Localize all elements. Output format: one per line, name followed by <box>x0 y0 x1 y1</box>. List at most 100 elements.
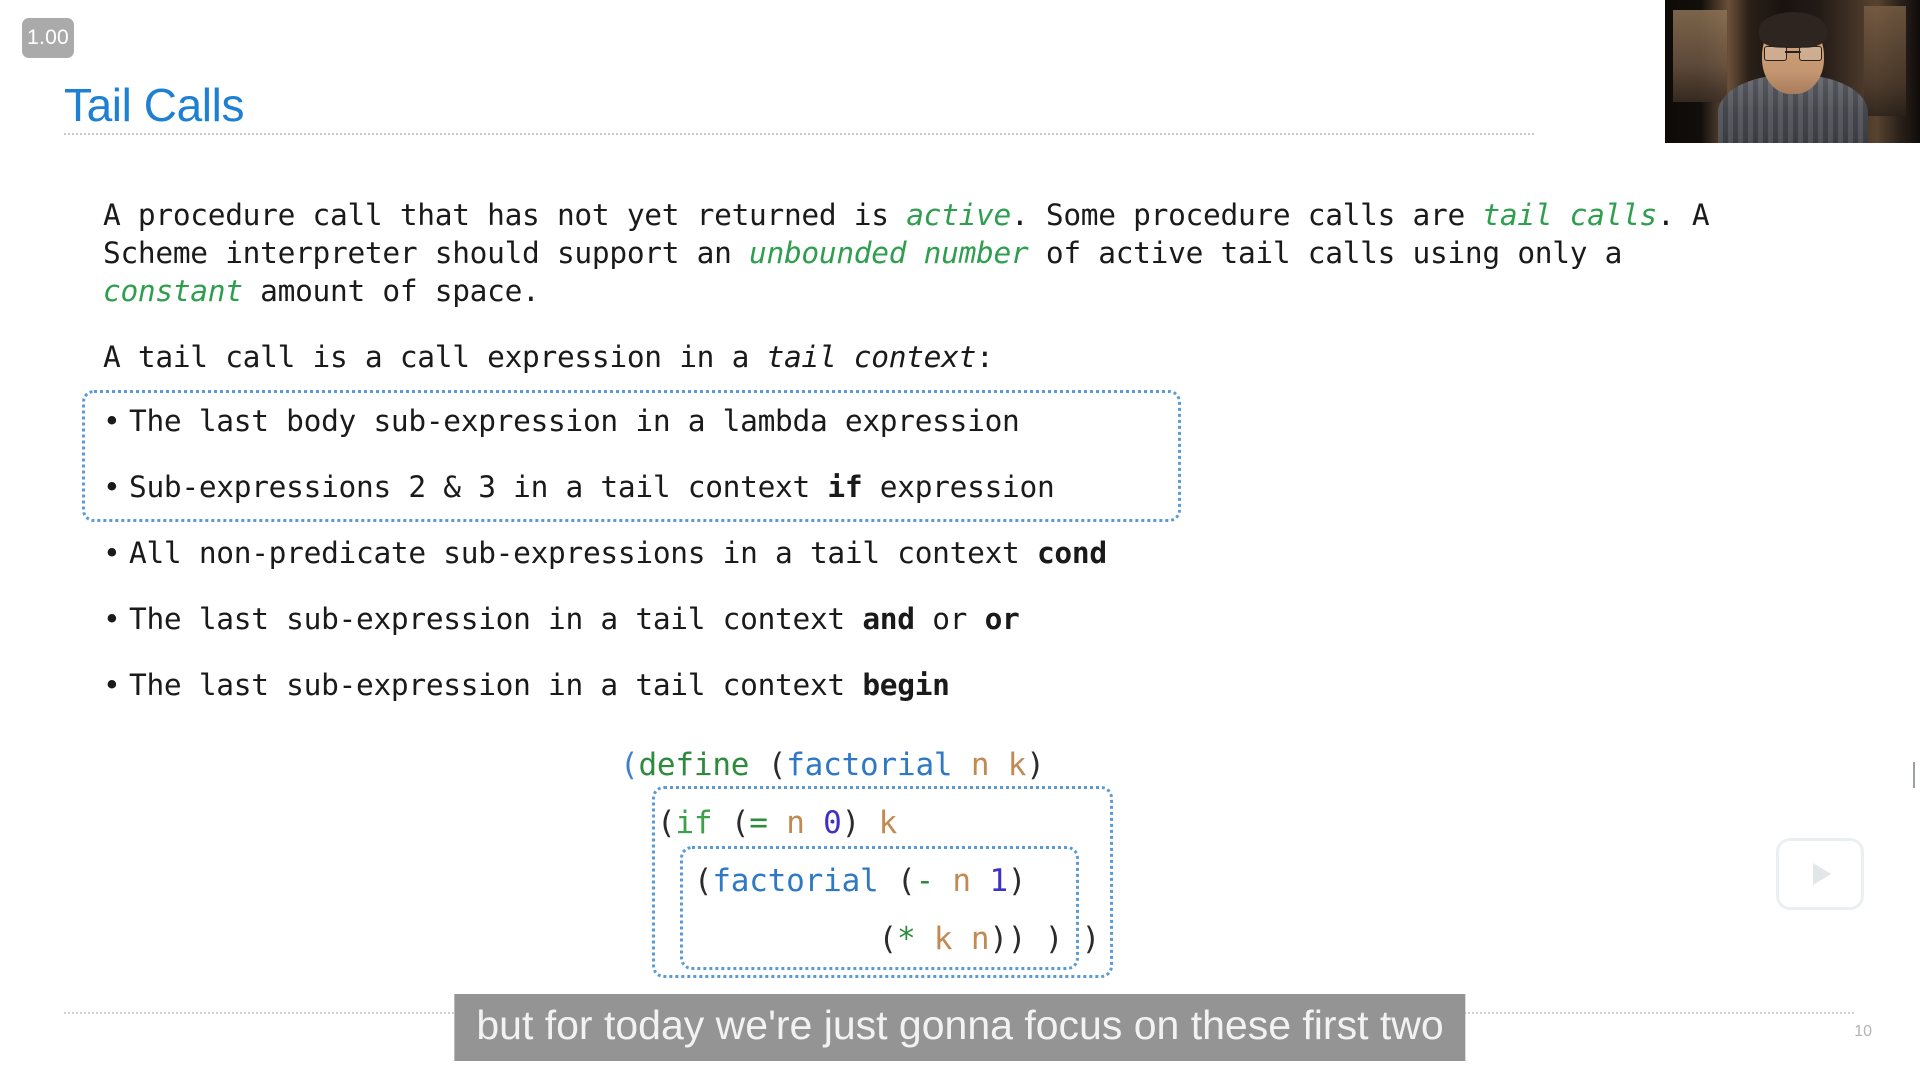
code-1-run-3 <box>712 805 730 841</box>
paragraph-tail-call: A tail call is a call expression in a ta… <box>103 338 1723 376</box>
code-0-run-0: ( <box>620 747 639 783</box>
para2-run-2: : <box>976 340 994 374</box>
code-line: (if (= n 0) k <box>620 794 1100 852</box>
para1-run-3: tail calls <box>1482 198 1657 232</box>
code-2-run-3 <box>879 863 897 899</box>
bullet-item: • Sub-expressions 2 & 3 in a tail context… <box>103 468 1055 506</box>
bullet-item: • The last sub-expression in a tail conte… <box>103 600 1020 638</box>
bullet-2-run-0: All non-predicate sub-expressions in a t… <box>129 536 1037 570</box>
bullet-1-run-2: expression <box>862 470 1055 504</box>
code-2-run-5: - <box>915 863 934 899</box>
bullet-marker: • <box>103 536 121 570</box>
code-2-run-6 <box>934 863 952 899</box>
code-3-run-6: n <box>970 921 990 957</box>
para1-run-6: of active tail calls using only a <box>1028 236 1640 270</box>
bullet-item: • The last sub-expression in a tail conte… <box>103 666 950 704</box>
bullet-marker: • <box>103 404 121 438</box>
code-0-run-9: ) <box>1026 747 1045 783</box>
bullet-3-run-2: or <box>914 602 985 636</box>
slide-canvas: Tail Calls A procedure call that has not… <box>0 0 1920 1080</box>
slide-page-number: 10 <box>1854 1023 1872 1040</box>
code-1-run-11 <box>860 805 878 841</box>
title-divider <box>64 133 1534 135</box>
code-line: (define (factorial n k) <box>620 736 1100 794</box>
code-3-run-2: * <box>896 921 916 957</box>
code-2-run-1: ( <box>693 863 713 899</box>
bullet-item: • The last body sub-expression in a lambd… <box>103 402 1020 440</box>
code-0-run-5 <box>952 747 970 783</box>
code-0-run-3: ( <box>767 747 787 783</box>
playback-speed-badge[interactable]: 1.00 <box>22 18 74 58</box>
code-1-run-10: ) <box>841 805 861 841</box>
code-2-run-7: n <box>952 863 971 899</box>
code-2-run-2: factorial <box>712 863 879 899</box>
para1-run-8: amount of space. <box>242 274 540 308</box>
bullet-2-run-1: cond <box>1036 536 1107 570</box>
code-2-run-4: ( <box>896 863 916 899</box>
code-0-run-1: define <box>638 747 750 783</box>
webcam-window-left <box>1673 10 1727 102</box>
code-2-run-10: ) <box>1007 863 1027 899</box>
bullet-1-run-0: Sub-expressions 2 & 3 in a tail context <box>129 470 828 504</box>
code-3-run-11: ) <box>1081 921 1101 957</box>
code-1-run-5: = <box>749 805 768 841</box>
code-0-run-6: n <box>970 747 990 783</box>
code-0-run-4: factorial <box>786 747 953 783</box>
page-title: Tail Calls <box>64 79 245 131</box>
play-button[interactable] <box>1776 838 1864 910</box>
code-1-run-0 <box>620 805 657 841</box>
code-3-run-8 <box>1026 921 1044 957</box>
webcam-person-hair <box>1758 12 1827 48</box>
code-1-run-8 <box>805 805 823 841</box>
para2-run-0: A tail call is a call expression in a <box>103 340 767 374</box>
bullet-0-run-0: The last body sub-expression in a lambda… <box>129 404 1020 438</box>
caption-text: but for today we're just gonna focus on … <box>454 994 1466 1061</box>
bullet-marker: • <box>103 668 121 702</box>
code-2-run-0 <box>620 863 694 899</box>
para1-run-1: active <box>906 198 1011 232</box>
code-line: (* k n)) ) ) <box>620 910 1101 968</box>
code-line: (factorial (- n 1) <box>620 852 1100 910</box>
bullet-marker: • <box>103 470 121 504</box>
code-3-run-7: )) <box>989 921 1027 957</box>
bullet-4-run-0: The last sub-expression in a tail contex… <box>129 668 863 702</box>
code-2-run-8 <box>971 863 989 899</box>
code-3-run-4: k <box>933 921 953 957</box>
code-1-run-4: ( <box>730 805 750 841</box>
code-1-run-9: 0 <box>823 805 842 841</box>
text-cursor <box>1913 762 1915 788</box>
para1-run-0: A procedure call that has not yet return… <box>103 198 907 232</box>
code-3-run-5 <box>952 921 970 957</box>
bullet-marker: • <box>103 602 121 636</box>
code-3-run-10 <box>1063 921 1081 957</box>
webcam-window-right <box>1864 6 1906 116</box>
scheme-code-block: (define (factorial n k) (if (= n 0) k (f… <box>620 736 1100 968</box>
bullet-item: • All non-predicate sub-expressions in a … <box>103 534 1107 572</box>
code-3-run-3 <box>915 921 933 957</box>
para1-run-2: . Some procedure calls are <box>1010 198 1483 232</box>
code-3-run-1: ( <box>878 921 898 957</box>
code-3-run-9: ) <box>1044 921 1064 957</box>
paragraph-definition: A procedure call that has not yet return… <box>103 196 1723 310</box>
bullet-4-run-1: begin <box>862 668 950 702</box>
glasses-icon <box>1763 46 1822 61</box>
code-3-run-0 <box>620 921 879 957</box>
bullet-3-run-1: and <box>862 602 915 636</box>
play-triangle-icon <box>1813 863 1831 885</box>
code-1-run-2: if <box>675 805 713 841</box>
bullet-1-run-1: if <box>827 470 863 504</box>
code-1-run-6 <box>768 805 786 841</box>
para1-run-7: constant <box>103 274 243 308</box>
bullet-3-run-0: The last sub-expression in a tail contex… <box>129 602 863 636</box>
para1-run-5: unbounded number <box>749 236 1029 270</box>
code-0-run-8: k <box>1007 747 1027 783</box>
para2-run-1: tail context <box>766 340 977 374</box>
code-0-run-7 <box>989 747 1007 783</box>
code-1-run-1: ( <box>656 805 676 841</box>
code-1-run-7: n <box>786 805 805 841</box>
bullet-3-run-3: or <box>984 602 1020 636</box>
instructor-webcam-thumbnail[interactable] <box>1665 0 1920 143</box>
code-0-run-2 <box>749 747 767 783</box>
code-2-run-9: 1 <box>989 863 1008 899</box>
code-1-run-12: k <box>878 805 898 841</box>
